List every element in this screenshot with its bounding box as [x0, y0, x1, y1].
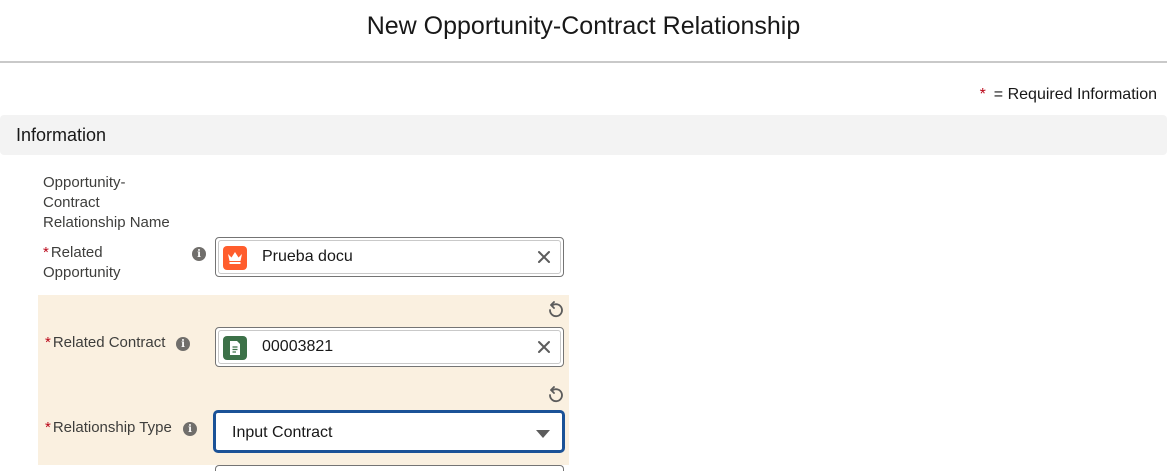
undo-icon[interactable] — [545, 385, 565, 405]
related-opportunity-label-line2: Opportunity — [43, 264, 121, 281]
related-opportunity-label-line1: Related — [50, 244, 103, 261]
info-icon[interactable]: i — [176, 337, 190, 351]
chevron-down-icon[interactable] — [536, 430, 550, 438]
required-star: * — [45, 334, 51, 351]
info-icon[interactable]: i — [183, 422, 197, 436]
related-contract-label: * Related Contract — [45, 333, 165, 353]
relationship-type-picklist[interactable]: Input Contract — [213, 410, 565, 453]
required-legend-star: * — [979, 86, 986, 103]
relationship-type-value: Input Contract — [232, 424, 333, 441]
opportunity-crown-icon — [223, 246, 247, 270]
relationship-name-label-line2: Contract — [43, 194, 100, 211]
related-contract-lookup[interactable]: 00003821 — [215, 327, 564, 367]
section-header-information[interactable]: Information — [0, 115, 1167, 155]
undo-icon[interactable] — [545, 300, 565, 320]
required-legend-text: = Required Information — [993, 86, 1157, 103]
related-contract-value: 00003821 — [262, 338, 334, 355]
relationship-type-label: * Relationship Type — [45, 418, 172, 438]
close-icon[interactable] — [534, 247, 554, 267]
modal-title: New Opportunity-Contract Relationship — [366, 12, 801, 40]
related-opportunity-lookup[interactable]: Prueba docu — [215, 237, 564, 277]
relationship-name-label-line1: Opportunity- — [43, 174, 126, 191]
related-opportunity-value: Prueba docu — [262, 248, 353, 265]
required-star: * — [45, 419, 51, 436]
required-star: * — [43, 244, 49, 261]
contract-document-icon — [223, 336, 247, 360]
relationship-type-label-text: Relationship Type — [52, 419, 172, 436]
modal-header: New Opportunity-Contract Relationship — [0, 0, 1167, 63]
section-title: Information — [16, 124, 107, 145]
relationship-name-label-line3: Relationship Name — [43, 214, 170, 231]
required-legend: * = Required Information — [980, 86, 1157, 104]
close-icon[interactable] — [534, 337, 554, 357]
related-opportunity-label: * Related Opportunity — [43, 243, 121, 283]
relationship-name-label: Opportunity- Contract Relationship Name — [43, 173, 170, 233]
related-contract-label-text: Related Contract — [52, 334, 166, 351]
info-icon[interactable]: i — [192, 247, 206, 261]
next-field-input[interactable] — [215, 465, 564, 471]
